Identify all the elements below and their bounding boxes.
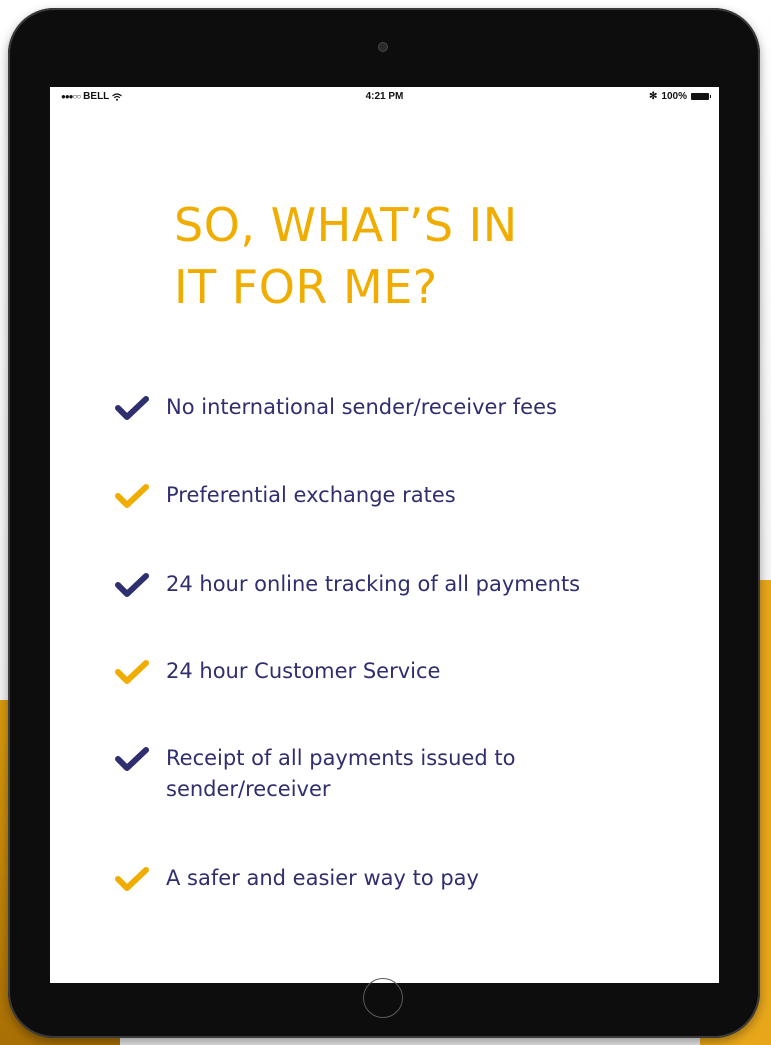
- feature-text: A safer and easier way to pay: [166, 866, 479, 890]
- headline-line-2: IT FOR ME?: [174, 260, 438, 314]
- feature-item-customer-service: 24 hour Customer Service: [115, 656, 715, 687]
- status-time: 4:21 PM: [365, 91, 404, 102]
- status-bar: ●●●○○ BELL 4:21 PM ✻ 100%: [50, 87, 719, 107]
- feature-item-exchange-rates: Preferential exchange rates: [115, 480, 715, 511]
- feature-text: 24 hour Customer Service: [166, 659, 441, 683]
- feature-text: Receipt of all payments issued to sender…: [166, 746, 516, 801]
- headline: SO, WHAT’S IN IT FOR ME?: [174, 194, 674, 318]
- check-icon: [115, 573, 149, 597]
- feature-item-receipt: Receipt of all payments issued to sender…: [115, 743, 555, 805]
- feature-text: No international sender/receiver fees: [166, 395, 557, 419]
- headline-line-1: SO, WHAT’S IN: [174, 198, 518, 252]
- feature-item-no-fees: No international sender/receiver fees: [115, 392, 715, 423]
- tablet-frame: ●●●○○ BELL 4:21 PM ✻ 100% SO, WHAT’S IN …: [8, 8, 760, 1038]
- feature-text: Preferential exchange rates: [166, 483, 456, 507]
- check-icon: [115, 484, 149, 508]
- check-icon: [115, 396, 149, 420]
- tablet-screen: ●●●○○ BELL 4:21 PM ✻ 100% SO, WHAT’S IN …: [50, 87, 719, 983]
- battery-percent: 100%: [661, 91, 687, 102]
- feature-item-online-tracking: 24 hour online tracking of all payments: [115, 569, 715, 600]
- check-icon: [115, 747, 149, 771]
- feature-text: 24 hour online tracking of all payments: [166, 572, 581, 596]
- camera-icon: [378, 42, 388, 52]
- home-button[interactable]: [363, 978, 403, 1018]
- feature-item-safer-way: A safer and easier way to pay: [115, 863, 715, 894]
- check-icon: [115, 867, 149, 891]
- check-icon: [115, 660, 149, 684]
- status-right: ✻ 100%: [649, 91, 711, 102]
- battery-icon: [691, 93, 711, 100]
- bluetooth-icon: ✻: [649, 91, 658, 102]
